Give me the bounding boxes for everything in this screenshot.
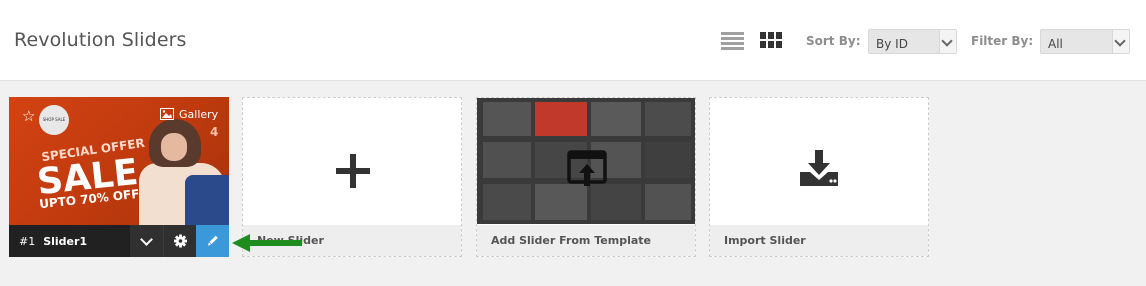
sort-label: Sort By: [806,34,861,48]
list-view-icon[interactable] [721,32,744,52]
slider-name: Slider1 [43,235,88,248]
slider-id: #1 [19,235,36,248]
image-icon [160,108,174,120]
import-label: Import Slider [724,234,806,247]
gear-icon[interactable] [163,225,197,257]
import-slider-card[interactable]: Import Slider [709,97,929,257]
chevron-down-icon [939,30,956,53]
chevron-down-icon [1112,30,1129,53]
sort-select-value: By ID [876,37,908,51]
slider-title: #1 Slider1 [19,235,87,248]
filter-select-value: All [1048,37,1063,51]
chevron-down-icon[interactable] [130,225,163,257]
slide-count: 4 [210,125,219,139]
slider-thumbnail[interactable]: SHOP SALE SPECIAL OFFER SALE UPTO 70% OF… [9,97,229,233]
template-label: Add Slider From Template [491,234,651,247]
template-slider-card[interactable]: Add Slider From Template [476,97,696,257]
download-icon [800,150,838,186]
page-header: Revolution Sliders Sort By: By ID Filter… [0,0,1146,81]
gallery-label: Gallery [179,108,219,121]
star-icon[interactable]: ☆ [22,107,35,125]
gallery-type: Gallery [160,108,218,121]
shop-badge: SHOP SALE [39,105,69,135]
filter-select[interactable]: All [1040,29,1130,54]
filter-label: Filter By: [971,34,1034,48]
sort-select[interactable]: By ID [868,29,957,54]
pencil-icon[interactable] [196,225,229,257]
slider-action-bar: #1 Slider1 [9,225,229,257]
page-title: Revolution Sliders [14,29,187,51]
template-icon [567,150,607,186]
annotation-arrow-icon [232,234,302,252]
plus-icon [336,154,370,188]
model-image [137,105,229,233]
grid-view-icon[interactable] [760,32,783,50]
slider-card[interactable]: SHOP SALE SPECIAL OFFER SALE UPTO 70% OF… [9,97,229,257]
